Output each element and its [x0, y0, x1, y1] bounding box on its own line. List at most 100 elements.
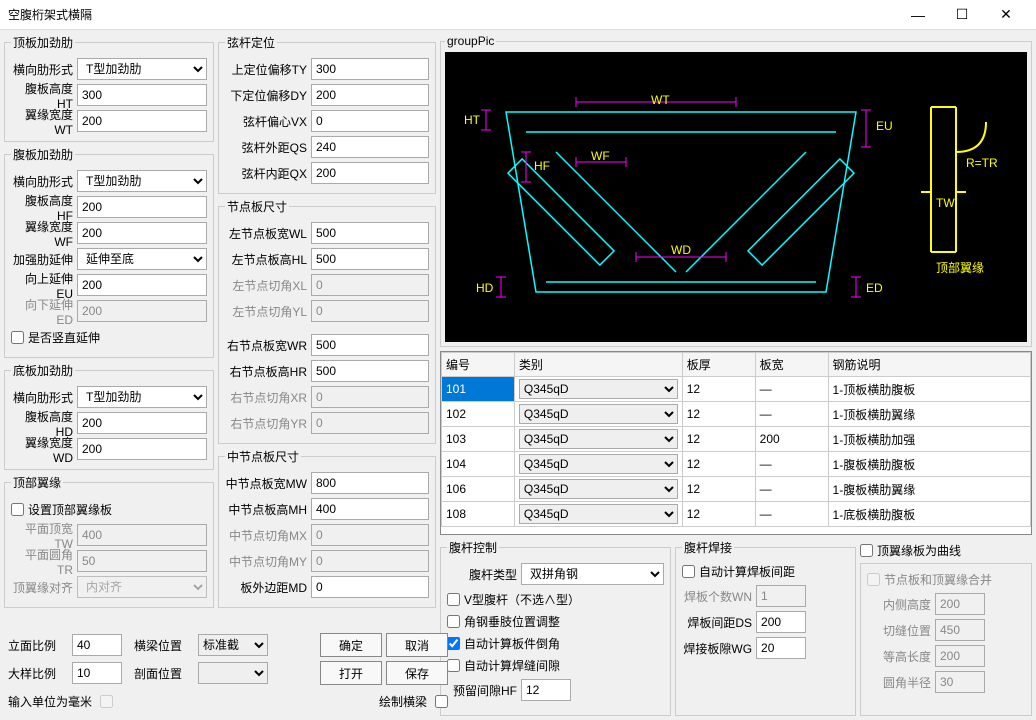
- draw-beam-checkbox[interactable]: [435, 695, 448, 708]
- ty-input[interactable]: [311, 58, 429, 80]
- curve-flange-group: 节点板和顶翼缘合并 内侧高度 切缝位置 等高长度 圆角半径: [860, 563, 1032, 716]
- table-header[interactable]: 钢筋说明: [828, 353, 1030, 377]
- open-button[interactable]: 打开: [320, 661, 382, 685]
- elev-ratio-input[interactable]: [72, 634, 122, 656]
- category-select[interactable]: Q345qD: [519, 454, 678, 474]
- table-header[interactable]: 板宽: [755, 353, 828, 377]
- svg-text:HF: HF: [534, 159, 550, 173]
- yl-input: [311, 300, 429, 322]
- xl-input: [311, 274, 429, 296]
- web-control-group: 腹杆控制 腹杆类型双拼角钢 V型腹杆（不选∧型） 角钢垂肢位置调整 自动计算板件…: [440, 539, 671, 716]
- top-stiffener-group: 顶板加劲肋 横向肋形式T型加劲肋 腹板高度HT 翼缘宽度WT: [4, 34, 214, 142]
- yr-input: [311, 412, 429, 434]
- diagram-canvas: HT WT EU HF WF WD HD ED: [445, 52, 1027, 342]
- hd-input[interactable]: [77, 412, 207, 434]
- vertical-ext-checkbox[interactable]: [11, 331, 24, 344]
- mh-input[interactable]: [311, 498, 429, 520]
- web-weld-group: 腹杆焊接 自动计算焊板间距 焊板个数WN 焊板间距DS 焊接板隙WG: [675, 539, 856, 716]
- bottom-stiff-shape[interactable]: T型加劲肋: [77, 386, 207, 408]
- hr-input[interactable]: [311, 360, 429, 382]
- wl-input[interactable]: [311, 222, 429, 244]
- mid-node-group: 中节点板尺寸 中节点板宽MW 中节点板高MH 中节点切角MX 中节点切角MY 板…: [218, 448, 436, 608]
- category-select[interactable]: Q345qD: [519, 504, 678, 524]
- wt-input[interactable]: [77, 110, 207, 132]
- maximize-button[interactable]: ☐: [940, 0, 984, 30]
- table-header[interactable]: 编号: [442, 353, 515, 377]
- eu-input[interactable]: [77, 274, 207, 296]
- category-select[interactable]: Q345qD: [519, 479, 678, 499]
- svg-text:ED: ED: [866, 281, 883, 295]
- auto-weld-spacing-checkbox[interactable]: [682, 565, 695, 578]
- save-button[interactable]: 保存: [386, 661, 448, 685]
- table-row[interactable]: 104Q345qD12—1-腹板横肋腹板: [442, 452, 1031, 477]
- table-row[interactable]: 106Q345qD12—1-腹板横肋翼缘: [442, 477, 1031, 502]
- table-row[interactable]: 101Q345qD12—1-顶板横肋腹板: [442, 377, 1031, 402]
- wg-input[interactable]: [756, 637, 806, 659]
- web-stiff-shape[interactable]: T型加劲肋: [77, 170, 207, 192]
- hf-input[interactable]: [77, 196, 207, 218]
- svg-text:WF: WF: [591, 149, 610, 163]
- cut-pos-input: [935, 619, 985, 641]
- table-header[interactable]: 板厚: [682, 353, 755, 377]
- big-ratio-input[interactable]: [72, 662, 122, 684]
- angle-adj-checkbox[interactable]: [447, 615, 460, 628]
- curve-flange-checkbox[interactable]: [860, 544, 873, 557]
- beam-pos-select[interactable]: 标准截: [198, 634, 268, 656]
- minimize-button[interactable]: —: [896, 0, 940, 30]
- wf-input[interactable]: [77, 222, 207, 244]
- hl-input[interactable]: [311, 248, 429, 270]
- close-button[interactable]: ✕: [984, 0, 1028, 30]
- svg-text:顶部翼缘: 顶部翼缘: [936, 260, 984, 275]
- unit-checkbox: [100, 695, 113, 708]
- dy-input[interactable]: [311, 84, 429, 106]
- set-top-flange-checkbox[interactable]: [11, 503, 24, 516]
- mw-input[interactable]: [311, 472, 429, 494]
- table-row[interactable]: 102Q345qD12—1-顶板横肋翼缘: [442, 402, 1031, 427]
- auto-weld-gap-checkbox[interactable]: [447, 659, 460, 672]
- align-select: 内对齐: [77, 576, 207, 598]
- svg-text:R=TR: R=TR: [966, 156, 998, 170]
- table-row[interactable]: 103Q345qD122001-顶板横肋加强: [442, 427, 1031, 452]
- vx-input[interactable]: [311, 110, 429, 132]
- eq-len-input: [935, 645, 985, 667]
- web-type-select[interactable]: 双拼角钢: [521, 563, 664, 585]
- ds-input[interactable]: [756, 611, 806, 633]
- svg-text:WT: WT: [651, 93, 670, 107]
- md-input[interactable]: [311, 576, 429, 598]
- category-select[interactable]: Q345qD: [519, 379, 678, 399]
- chord-position-group: 弦杆定位 上定位偏移TY 下定位偏移DY 弦杆偏心VX 弦杆外距QS 弦杆内距Q…: [218, 34, 436, 194]
- section-pos-select[interactable]: [198, 662, 268, 684]
- ok-button[interactable]: 确定: [320, 633, 382, 657]
- ext-select[interactable]: 延伸至底: [77, 248, 207, 270]
- v-web-checkbox[interactable]: [447, 593, 460, 606]
- top-flange-group: 顶部翼缘 设置顶部翼缘板 平面顶宽TW 平面圆角TR 顶翼缘对齐内对齐: [4, 474, 214, 608]
- tw-input: [77, 524, 207, 546]
- wn-input: [756, 585, 806, 607]
- svg-text:WD: WD: [671, 243, 691, 257]
- wd-input[interactable]: [77, 438, 207, 460]
- svg-text:HD: HD: [476, 281, 494, 295]
- category-select[interactable]: Q345qD: [519, 404, 678, 424]
- merge-checkbox: [867, 573, 880, 586]
- wr-input[interactable]: [311, 334, 429, 356]
- fillet-input: [935, 671, 985, 693]
- top-stiff-shape[interactable]: T型加劲肋: [77, 58, 207, 80]
- qx-input[interactable]: [311, 162, 429, 184]
- svg-text:HT: HT: [464, 113, 481, 127]
- svg-text:EU: EU: [876, 119, 893, 133]
- mx-input: [311, 524, 429, 546]
- cancel-button[interactable]: 取消: [386, 633, 448, 657]
- web-stiffener-group: 腹板加劲肋 横向肋形式T型加劲肋 腹板高度HF 翼缘宽度WF 加强肋延伸延伸至底…: [4, 146, 214, 358]
- bottom-stiffener-group: 底板加劲肋 横向肋形式T型加劲肋 腹板高度HD 翼缘宽度WD: [4, 362, 214, 470]
- xr-input: [311, 386, 429, 408]
- node-plate-group: 节点板尺寸 左节点板宽WL 左节点板高HL 左节点切角XL 左节点切角YL 右节…: [218, 198, 436, 444]
- ht-input[interactable]: [77, 84, 207, 106]
- plate-table: 编号类别板厚板宽钢筋说明 101Q345qD12—1-顶板横肋腹板102Q345…: [440, 351, 1032, 535]
- table-header[interactable]: 类别: [514, 353, 682, 377]
- titlebar: 空腹桁架式横隔 — ☐ ✕: [0, 0, 1036, 30]
- category-select[interactable]: Q345qD: [519, 429, 678, 449]
- qs-input[interactable]: [311, 136, 429, 158]
- table-row[interactable]: 108Q345qD12—1-底板横肋腹板: [442, 502, 1031, 527]
- gap-hf-input[interactable]: [521, 679, 571, 701]
- auto-chamfer-checkbox[interactable]: [447, 637, 460, 650]
